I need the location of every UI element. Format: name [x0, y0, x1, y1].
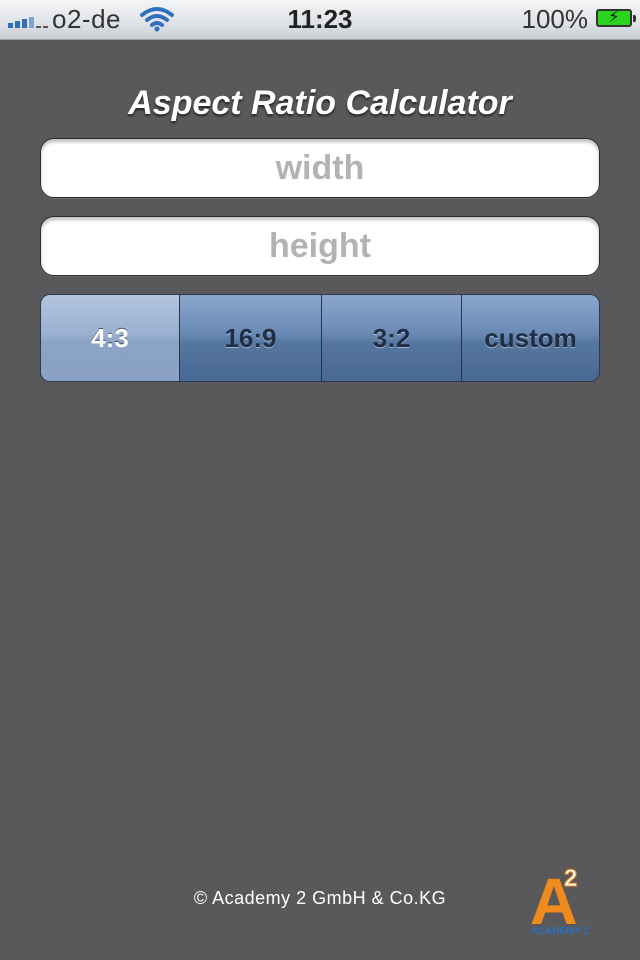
- logo-text: ACADEMY 2: [531, 926, 590, 936]
- academy-2-logo: A 2 ACADEMY 2: [530, 864, 590, 936]
- segment-3-2[interactable]: 3:2: [322, 295, 462, 381]
- aspect-ratio-selector: 4:3 16:9 3:2 custom: [40, 294, 600, 382]
- page-title: Aspect Ratio Calculator: [128, 84, 512, 122]
- segment-16-9[interactable]: 16:9: [180, 295, 322, 381]
- battery-percent: 100%: [521, 4, 589, 34]
- height-input[interactable]: [40, 216, 600, 276]
- segment-custom[interactable]: custom: [462, 295, 599, 381]
- logo-superscript: 2: [564, 865, 577, 892]
- segment-4-3[interactable]: 4:3: [41, 295, 180, 381]
- status-bar: o2-de 11:23 100% ⚡: [0, 0, 640, 40]
- battery-charging-icon: ⚡: [596, 9, 636, 27]
- width-input[interactable]: [40, 138, 600, 198]
